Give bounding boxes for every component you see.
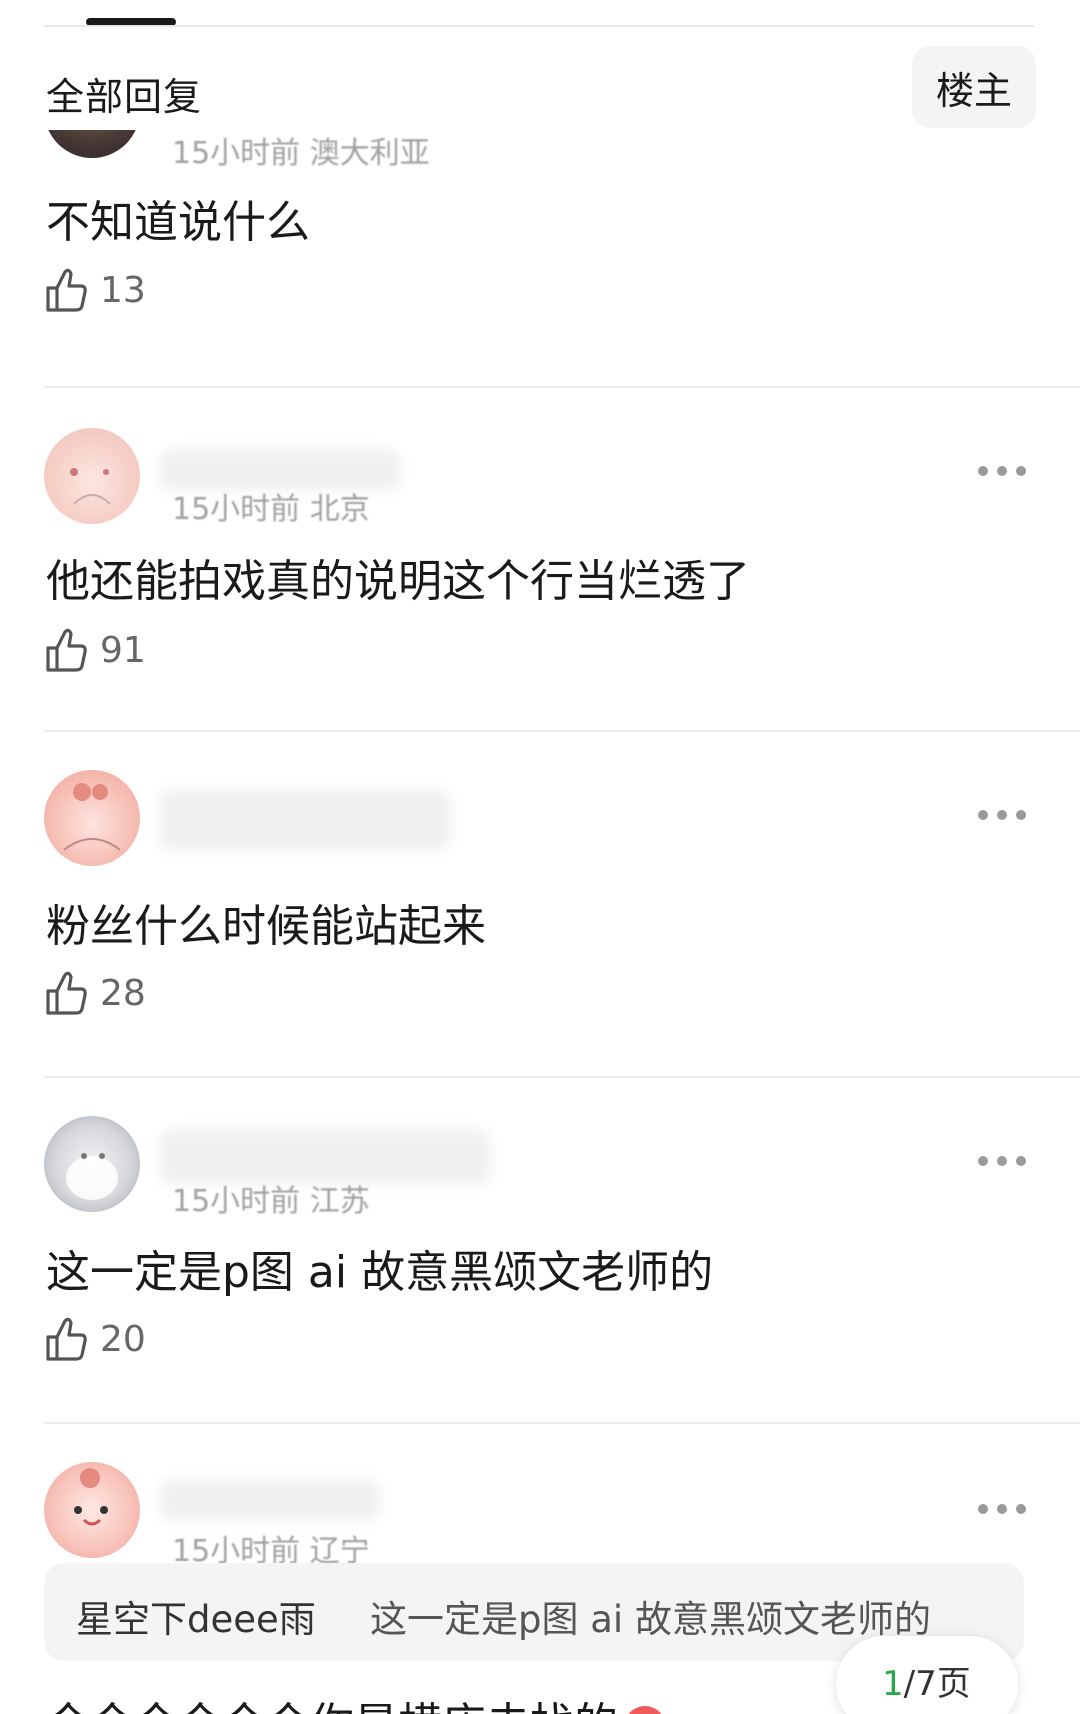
comment-meta: 15小时前 江苏 (172, 1184, 370, 1219)
comment-meta: 15小时前 北京 (172, 492, 370, 527)
more-dots-icon[interactable] (978, 1504, 1026, 1518)
thumbs-up-icon (46, 268, 87, 312)
like-count: 91 (100, 629, 146, 671)
avatar[interactable] (44, 1116, 140, 1212)
more-dots-icon[interactable] (978, 466, 1026, 480)
like-count: 28 (100, 972, 146, 1014)
comment-meta: 15小时前 澳大利亚 (172, 136, 430, 171)
avatar[interactable] (44, 428, 140, 524)
comment-content: 他还能拍戏真的说明这个行当烂透了 (46, 556, 750, 607)
next-comment-content: 今今今今今今你是横店去找的 (46, 1688, 666, 1714)
avatar[interactable] (44, 770, 140, 866)
reply-header: 全部回复 楼主 (0, 40, 1080, 130)
next-comment-text: 今今今今今今你是横店去找的 (46, 1699, 618, 1714)
emoji-icon (624, 1706, 666, 1714)
owner-only-button[interactable]: 楼主 (912, 46, 1036, 128)
page-indicator[interactable]: 1/7页 (836, 1636, 1018, 1714)
username-blurred (160, 1480, 380, 1520)
total-pages: /7页 (903, 1664, 971, 1704)
current-page: 1 (882, 1664, 904, 1704)
comment-content: 粉丝什么时候能站起来 (46, 901, 486, 952)
divider (44, 730, 1080, 732)
page-indicator-text: 1/7页 (882, 1656, 971, 1705)
like-count: 13 (100, 269, 146, 311)
like-count: 20 (100, 1318, 146, 1360)
comment-content: 这一定是p图 ai 故意黑颂文老师的 (46, 1247, 714, 1298)
quoted-username[interactable]: 星空下deee雨 (76, 1589, 316, 1643)
avatar[interactable] (44, 1462, 140, 1558)
top-divider (44, 25, 1034, 27)
like-button[interactable]: 28 (44, 968, 146, 1018)
all-replies-title: 全部回复 (46, 75, 203, 119)
comment-content: 不知道说什么 (46, 197, 310, 248)
like-button[interactable]: 13 (44, 265, 146, 315)
more-dots-icon[interactable] (978, 810, 1026, 824)
thumbs-up-icon (46, 628, 87, 672)
divider (44, 1422, 1080, 1424)
divider (44, 1076, 1080, 1078)
like-button[interactable]: 91 (44, 625, 146, 675)
thumbs-up-icon (46, 1317, 87, 1361)
thumbs-up-icon (46, 971, 87, 1015)
quoted-text: 这一定是p图 ai 故意黑颂文老师的 (370, 1598, 931, 1641)
like-button[interactable]: 20 (44, 1314, 146, 1364)
divider (44, 386, 1080, 388)
more-dots-icon[interactable] (978, 1156, 1026, 1170)
username-blurred (160, 790, 450, 850)
